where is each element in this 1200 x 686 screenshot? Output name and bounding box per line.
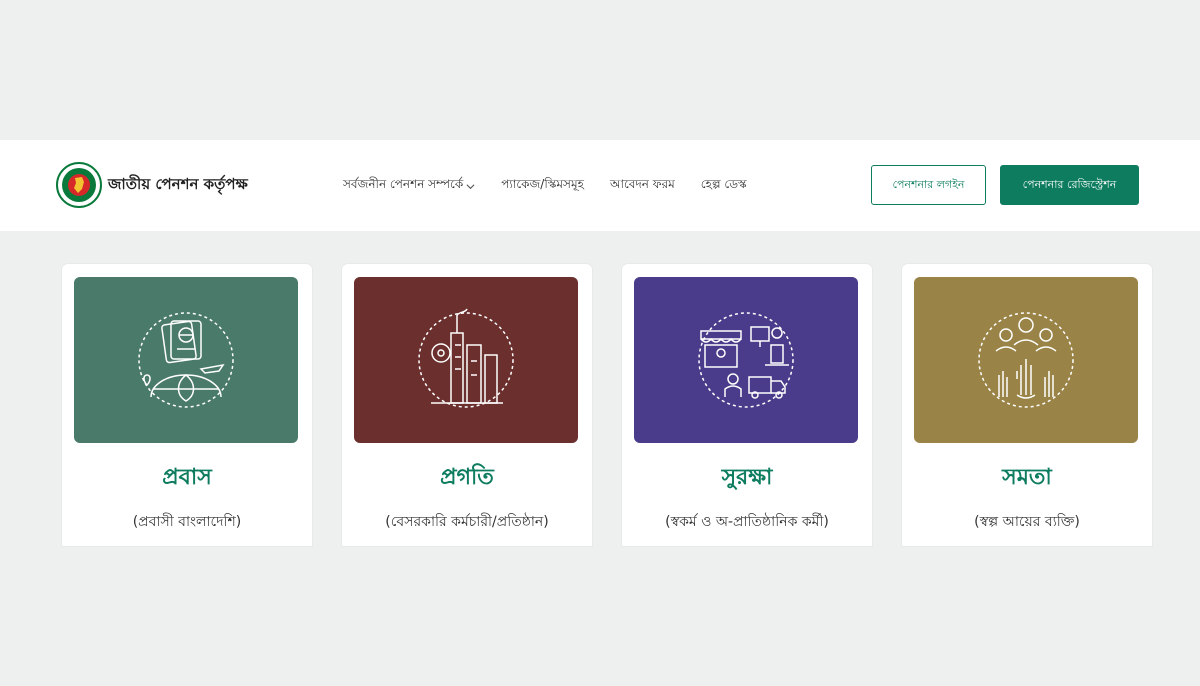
chevron-down-icon <box>466 183 475 189</box>
brand[interactable]: জাতীয় পেনশন কর্তৃপক্ষ <box>56 162 248 208</box>
nav-help[interactable]: হেল্প ডেস্ক <box>701 176 747 196</box>
pensioner-login-button[interactable]: পেনশনার লগইন <box>871 165 986 205</box>
nav-about[interactable]: সর্বজনীন পেনশন সম্পর্কে <box>343 176 475 196</box>
scheme-subtitle: (স্বকর্ম ও অ-প্রাতিষ্ঠানিক কর্মী) <box>665 514 829 530</box>
passport-globe-icon <box>138 312 234 408</box>
scheme-card-probash[interactable]: প্রবাস (প্রবাসী বাংলাদেশি) <box>62 264 312 546</box>
brand-name: জাতীয় পেনশন কর্তৃপক্ষ <box>108 174 248 193</box>
shop-worker-icon <box>698 312 794 408</box>
site-header: জাতীয় পেনশন কর্তৃপক্ষ সর্বজনীন পেনশন সম… <box>0 140 1200 231</box>
scheme-art-progoti <box>354 277 578 443</box>
government-seal-icon <box>56 162 102 208</box>
scheme-title: প্রবাস <box>162 465 212 490</box>
nav-packages[interactable]: প্যাকেজ/স্কিমসমূহ <box>501 176 584 196</box>
scheme-card-progoti[interactable]: প্রগতি (বেসরকারি কর্মচারী/প্রতিষ্ঠান) <box>342 264 592 546</box>
scheme-card-somota[interactable]: সমতা (স্বল্প আয়ের ব্যক্তি) <box>902 264 1152 546</box>
factory-icon <box>418 308 514 408</box>
scheme-title: সমতা <box>1002 465 1052 490</box>
scheme-art-surokkha <box>634 277 858 443</box>
nav-forms[interactable]: আবেদন ফরম <box>610 176 675 196</box>
scheme-card-surokkha[interactable]: সুরক্ষা (স্বকর্ম ও অ-প্রাতিষ্ঠানিক কর্মী… <box>622 264 872 546</box>
main-nav: সর্বজনীন পেনশন সম্পর্কে প্যাকেজ/স্কিমসমূ… <box>343 176 747 196</box>
scheme-art-probash <box>74 277 298 443</box>
nav-help-label: হেল্প ডেস্ক <box>700 177 747 191</box>
scheme-subtitle: (প্রবাসী বাংলাদেশি) <box>132 514 242 530</box>
nav-forms-label: আবেদন ফরম <box>609 177 675 191</box>
people-hands-icon <box>978 312 1074 408</box>
scheme-title: সুরক্ষা <box>721 465 773 490</box>
scheme-title: প্রগতি <box>440 465 494 490</box>
scheme-subtitle: (স্বল্প আয়ের ব্যক্তি) <box>974 514 1080 530</box>
scheme-art-somota <box>914 277 1138 443</box>
nav-about-label: সর্বজনীন পেনশন সম্পর্কে <box>343 177 464 191</box>
pensioner-registration-button[interactable]: পেনশনার রেজিস্ট্রেশন <box>1000 165 1139 205</box>
scheme-subtitle: (বেসরকারি কর্মচারী/প্রতিষ্ঠান) <box>385 514 549 530</box>
nav-packages-label: প্যাকেজ/স্কিমসমূহ <box>501 177 584 191</box>
